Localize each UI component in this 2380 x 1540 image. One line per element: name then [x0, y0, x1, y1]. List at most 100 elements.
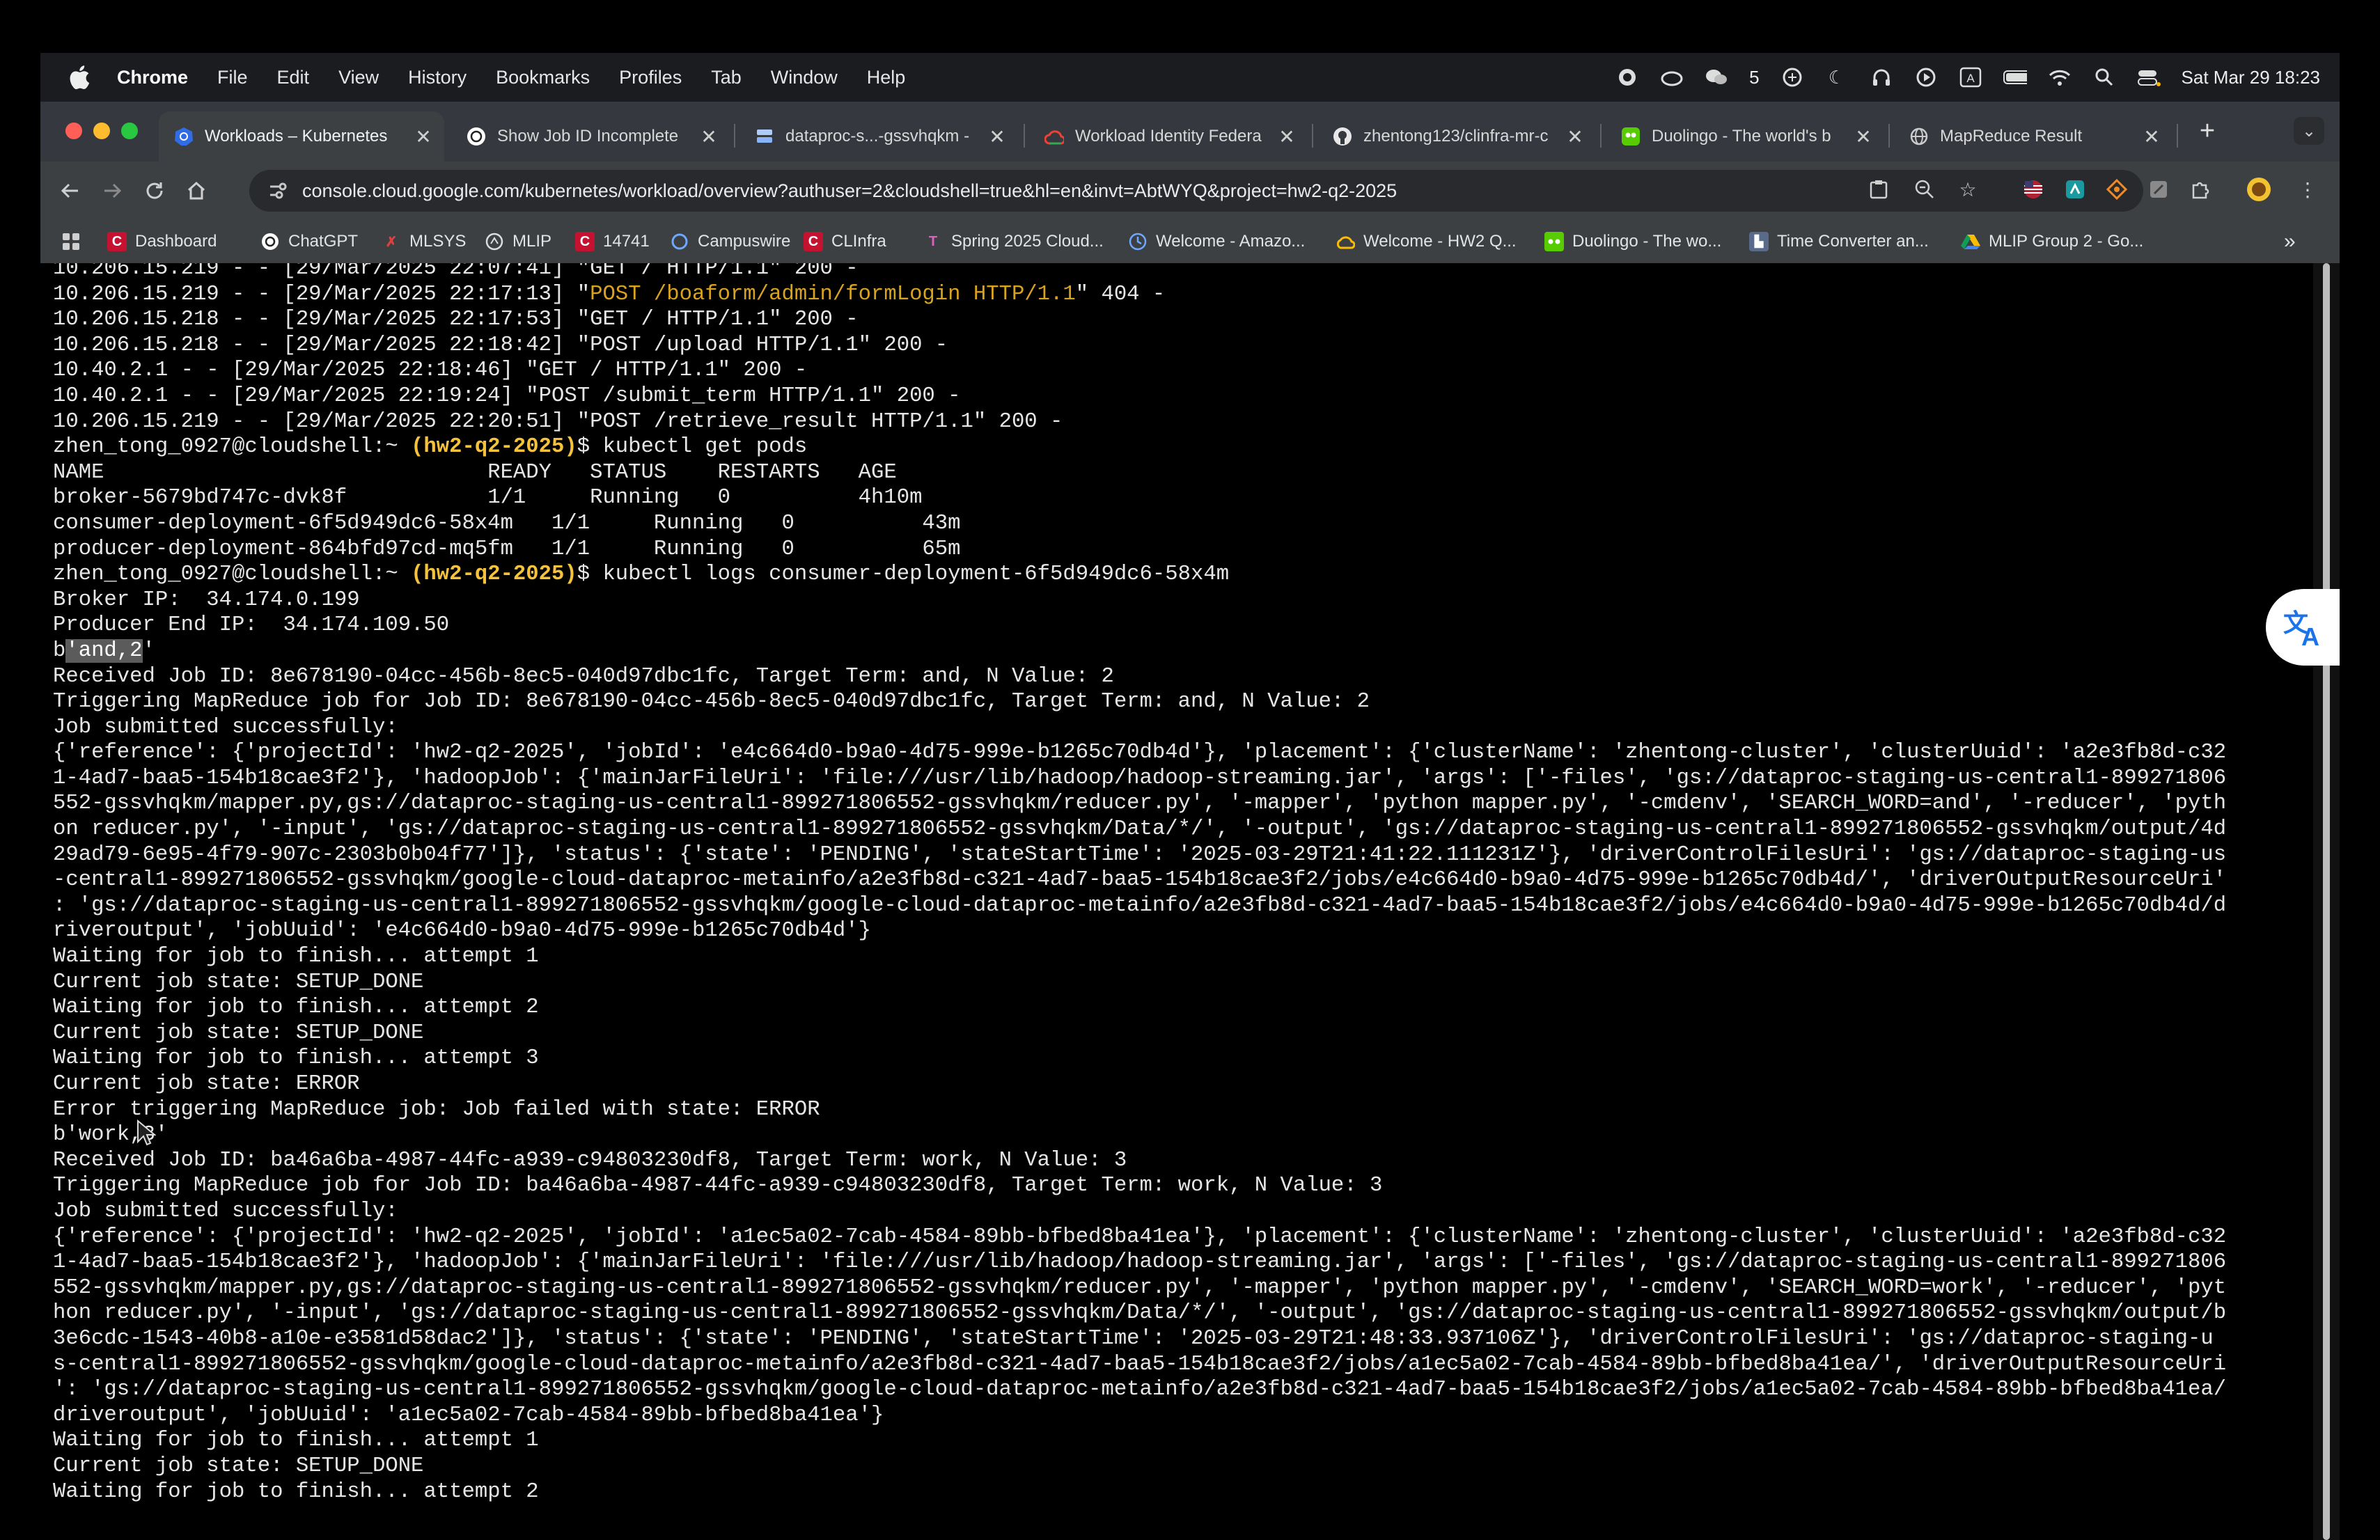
bookmark-duolingo[interactable]: Duolingo - The wo...	[1544, 228, 1721, 255]
tab-search-dropdown-icon[interactable]: ⌄	[2294, 117, 2324, 145]
menu-tab[interactable]: Tab	[711, 67, 742, 88]
menu-view[interactable]: View	[338, 67, 379, 88]
spotlight-search-icon[interactable]	[2092, 65, 2116, 89]
time-icon: ▙	[1749, 232, 1769, 251]
bookmark-14741[interactable]: C 14741	[575, 228, 650, 255]
close-icon[interactable]: ✕	[986, 125, 1008, 148]
back-arrow-icon[interactable]	[54, 175, 85, 206]
tab-dataproc-storage[interactable]: dataproc-s...-gssvhqkm - ✕	[739, 111, 1018, 162]
tab-workload-identity[interactable]: Workload Identity Federa ✕	[1029, 111, 1308, 162]
bookmark-label: Welcome - Amazo...	[1156, 232, 1306, 251]
scrollbar-thumb[interactable]	[2323, 263, 2330, 1540]
canvas-icon: C	[107, 232, 127, 251]
terminal-line: : 'gs://dataproc-staging-us-central1-899…	[53, 893, 2226, 919]
tab-github-clinfra[interactable]: zhentong123/clinfra-mr-c ✕	[1317, 111, 1596, 162]
battery-icon[interactable]	[2003, 65, 2027, 89]
menu-file[interactable]: File	[217, 67, 248, 88]
cloud-shell-terminal[interactable]: 10.206.15.219 - - [29/Mar/2025 22:07:41]…	[40, 263, 2313, 1540]
apps-grid-icon[interactable]	[61, 228, 81, 255]
home-icon[interactable]	[181, 175, 212, 206]
control-center-icon[interactable]	[2137, 65, 2161, 89]
extension-teal-icon[interactable]	[2061, 175, 2089, 203]
campuswire-icon	[670, 232, 689, 251]
menu-edit[interactable]: Edit	[277, 67, 310, 88]
bookmark-mlip[interactable]: MLIP	[485, 228, 551, 255]
output-text: on reducer.py', '-input', 'gs://dataproc…	[53, 817, 2227, 842]
close-icon[interactable]: ✕	[698, 125, 720, 148]
bookmark-mlip-group[interactable]: MLIP Group 2 - Go...	[1961, 228, 2143, 255]
tab-title: MapReduce Result	[1940, 127, 2083, 146]
close-window-button[interactable]	[65, 123, 82, 139]
tab-show-job-id[interactable]: Show Job ID Incomplete ✕	[451, 111, 730, 162]
bookmark-welcome-hw2[interactable]: Welcome - HW2 Q...	[1336, 228, 1517, 255]
headphones-icon[interactable]	[1870, 65, 1893, 89]
chatgpt-status-icon[interactable]	[1780, 65, 1804, 89]
record-icon[interactable]	[1615, 65, 1639, 89]
bookmark-time-converter[interactable]: ▙ Time Converter an...	[1749, 228, 1929, 255]
minimize-window-button[interactable]	[93, 123, 110, 139]
tab-workloads-kubernetes[interactable]: Workloads – Kubernetes ✕	[159, 111, 444, 162]
menu-help[interactable]: Help	[867, 67, 906, 88]
reload-icon[interactable]	[139, 175, 170, 206]
close-icon[interactable]: ✕	[1276, 125, 1298, 148]
menu-window[interactable]: Window	[771, 67, 838, 88]
browser-menu-icon[interactable]: ⋮	[2294, 175, 2322, 203]
cloud-sync-icon[interactable]	[1660, 65, 1684, 89]
menu-profiles[interactable]: Profiles	[619, 67, 682, 88]
tab-duolingo[interactable]: Duolingo - The world's b ✕	[1606, 111, 1884, 162]
svg-text:A: A	[2301, 622, 2319, 648]
terminal-line: b'and,2'	[53, 638, 2226, 664]
extension-grey-icon[interactable]	[2145, 175, 2172, 203]
zoom-icon[interactable]	[1911, 175, 1939, 203]
zoom-window-button[interactable]	[121, 123, 138, 139]
output-text: Job submitted successfully:	[53, 1199, 398, 1223]
moon-icon[interactable]: ☾	[1825, 65, 1849, 89]
apple-icon[interactable]	[65, 63, 93, 91]
url-text[interactable]: console.cloud.google.com/kubernetes/work…	[302, 180, 1397, 202]
translate-button[interactable]: 文 A	[2266, 589, 2340, 666]
extensions-puzzle-icon[interactable]	[2186, 175, 2214, 203]
bookmark-dashboard[interactable]: C Dashboard	[107, 228, 217, 255]
globe-icon	[1909, 127, 1929, 146]
bookmark-clinfra[interactable]: C CLInfra	[804, 228, 886, 255]
output-text: producer-deployment-864bfd97cd-mq5fm 1/1…	[53, 537, 961, 561]
output-text: riveroutput', 'jobUuid': 'e4c664d0-b9a0-…	[53, 919, 871, 943]
input-source-icon[interactable]: A	[1959, 65, 1982, 89]
close-icon[interactable]: ✕	[412, 125, 434, 148]
save-to-reading-icon[interactable]	[1865, 175, 1893, 203]
menu-bookmarks[interactable]: Bookmarks	[496, 67, 590, 88]
menubar-clock[interactable]: Sat Mar 29 18:23	[2182, 67, 2320, 88]
bookmark-label: Time Converter an...	[1777, 232, 1929, 251]
wechat-count: 5	[1749, 66, 1760, 88]
canvas-icon: C	[575, 232, 595, 251]
extension-diamond-icon[interactable]	[2103, 175, 2131, 203]
profile-avatar[interactable]	[2245, 175, 2273, 203]
terminal-scrollbar[interactable]	[2313, 263, 2340, 1540]
output-text: : 'gs://dataproc-staging-us-central1-899…	[53, 893, 2227, 918]
tab-mapreduce-result[interactable]: MapReduce Result ✕	[1894, 111, 2172, 162]
output-text: consumer-deployment-6f5d949dc6-58x4m 1/1…	[53, 511, 961, 535]
close-icon[interactable]: ✕	[2140, 125, 2163, 148]
menu-app-name[interactable]: Chrome	[117, 67, 188, 88]
output-text: Current job state: SETUP_DONE	[53, 1454, 424, 1478]
bookmark-star-icon[interactable]: ☆	[1954, 175, 1982, 203]
prompt-user-host: zhen_tong_0927@cloudshell:~	[53, 435, 412, 459]
menu-history[interactable]: History	[408, 67, 467, 88]
bookmark-welcome-amazon[interactable]: Welcome - Amazo...	[1128, 228, 1305, 255]
terminal-line: {'reference': {'projectId': 'hw2-q2-2025…	[53, 1225, 2226, 1250]
new-tab-button[interactable]: +	[2192, 116, 2223, 146]
close-icon[interactable]: ✕	[1852, 125, 1874, 148]
flag-extension-icon[interactable]	[2019, 175, 2047, 203]
bookmark-campuswire[interactable]: Campuswire	[670, 228, 790, 255]
wifi-icon[interactable]	[2048, 65, 2072, 89]
bookmarks-overflow-button[interactable]: »	[2284, 228, 2296, 255]
bookmark-spring-cloud[interactable]: T Spring 2025 Cloud...	[923, 228, 1104, 255]
bookmark-chatgpt[interactable]: ChatGPT	[260, 228, 358, 255]
address-bar[interactable]: console.cloud.google.com/kubernetes/work…	[249, 170, 2143, 212]
bookmark-mlsys[interactable]: ✗ MLSYS	[382, 228, 467, 255]
forward-arrow-icon[interactable]	[97, 175, 128, 206]
wechat-icon[interactable]	[1705, 65, 1728, 89]
site-settings-icon[interactable]	[267, 180, 288, 201]
play-icon[interactable]	[1914, 65, 1938, 89]
close-icon[interactable]: ✕	[1564, 125, 1586, 148]
